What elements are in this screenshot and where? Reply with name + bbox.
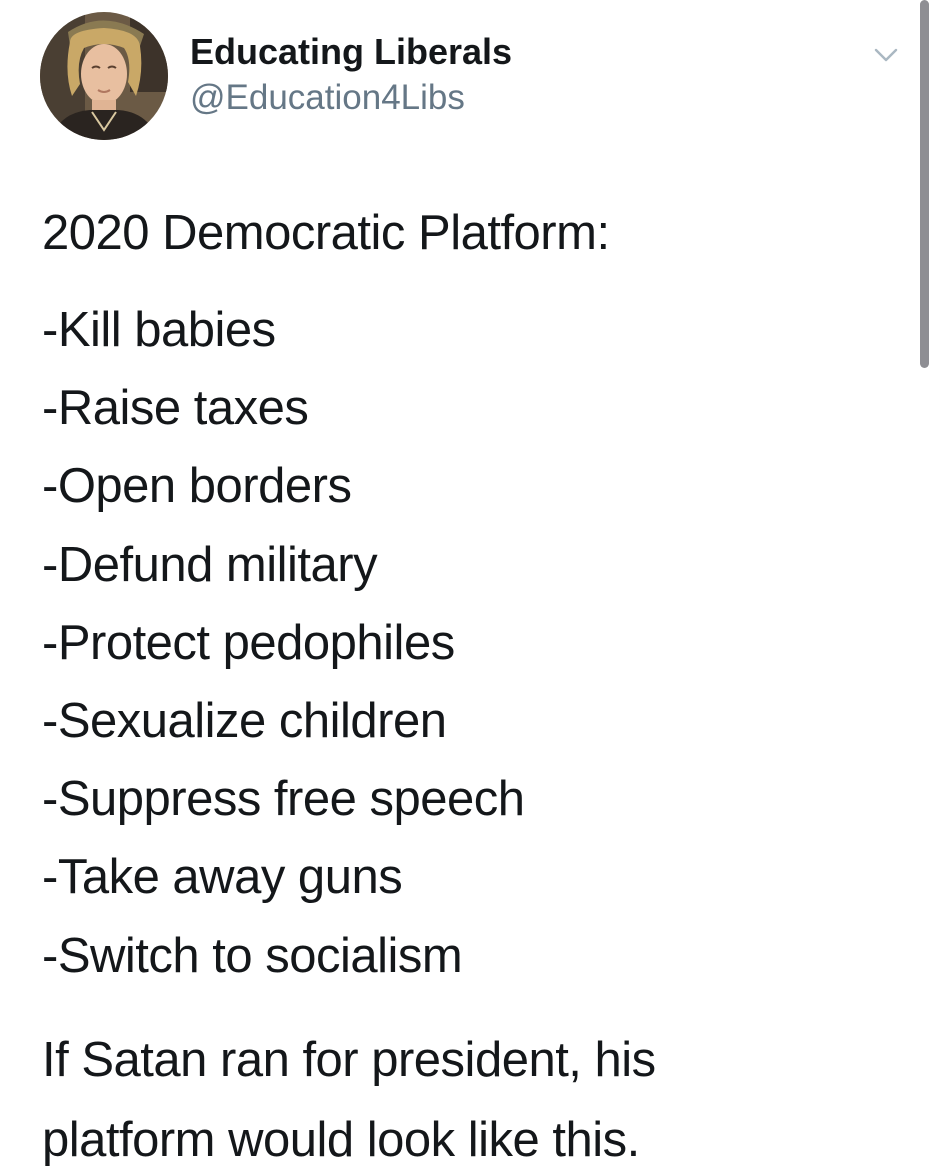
list-item: -Protect pedophiles: [42, 615, 455, 670]
list-item: -Kill babies: [42, 303, 276, 357]
list-item: -Sexualize children: [42, 693, 447, 748]
tweet-card: Educating Liberals @Education4Libs 2020 …: [0, 0, 937, 1171]
tweet-closing: If Satan ran for president, his platform…: [42, 1020, 902, 1171]
profile-photo-icon: [40, 12, 168, 140]
platform-list: -Kill babies -Raise taxes -Open borders …: [42, 291, 902, 995]
list-item: -Defund military: [42, 537, 378, 592]
list-item: -Open borders: [42, 459, 352, 514]
scrollbar-thumb[interactable]: [920, 0, 929, 368]
tweet-options-button[interactable]: [868, 40, 904, 70]
tweet-heading: 2020 Democratic Platform:: [42, 206, 610, 260]
list-item: -Take away guns: [42, 850, 403, 905]
closing-line: platform would look like this.: [42, 1112, 640, 1167]
author-handle[interactable]: @Education4Libs: [190, 76, 465, 120]
chevron-down-icon: [874, 48, 898, 62]
list-item: -Suppress free speech: [42, 772, 525, 827]
author-display-name[interactable]: Educating Liberals: [190, 30, 512, 74]
list-item: -Switch to socialism: [42, 928, 463, 983]
closing-line: If Satan ran for president, his: [42, 1032, 656, 1087]
list-item: -Raise taxes: [42, 381, 309, 436]
author-avatar[interactable]: [40, 12, 168, 140]
tweet-body: 2020 Democratic Platform: -Kill babies -…: [42, 200, 902, 1171]
